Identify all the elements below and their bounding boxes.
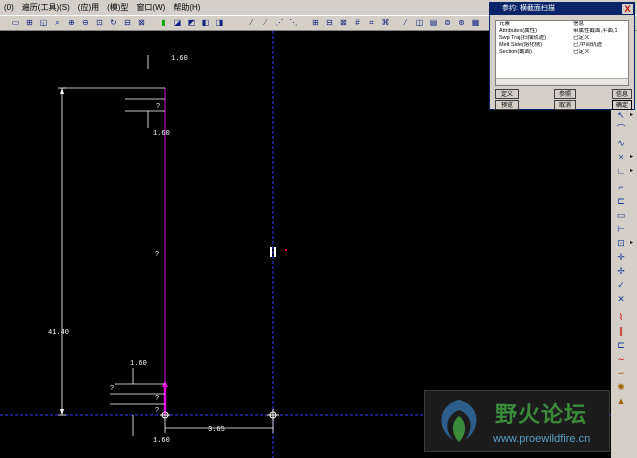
datum-display-icon[interactable]: ⊠	[338, 17, 349, 28]
flyout-arrow-icon[interactable]: ▸	[630, 167, 635, 174]
print-icon[interactable]: ⌕	[52, 17, 63, 28]
grid-icon[interactable]: ⁄	[260, 17, 271, 28]
dim-q2: ?	[110, 385, 114, 393]
horizontal-scrollbar[interactable]	[496, 78, 628, 85]
list-item[interactable]: 元素 信息	[496, 21, 628, 28]
repaint-icon[interactable]: ↻	[108, 17, 119, 28]
point-icon[interactable]: ▭	[614, 209, 628, 221]
list-item[interactable]: Swp Traj(扫描轨迹) 已定义	[496, 35, 628, 42]
trim-icon[interactable]: ⌇	[614, 311, 628, 323]
element-list[interactable]: 元素 信息 Attributes(属性) 带属性截面,平面,1 Swp Traj(扫…	[495, 20, 629, 86]
dim-q4: ?	[155, 407, 159, 415]
close-icon[interactable]: X	[622, 4, 633, 14]
origin-crosshair-icon	[267, 409, 279, 421]
zoom-in-icon[interactable]: ⊕	[66, 17, 77, 28]
dim-left-height: 41.40	[48, 329, 69, 337]
view-icon[interactable]: ⊠	[136, 17, 147, 28]
shade-icon[interactable]: ⋱	[288, 17, 299, 28]
refs-button[interactable]: 参照	[554, 89, 576, 99]
menu-item-window[interactable]: 窗口(W)	[132, 0, 169, 15]
flyout-arrow-icon[interactable]: ▸	[630, 111, 635, 118]
thicken-icon[interactable]: ∽	[614, 367, 628, 379]
watermark-url: www.proewildfire.cn	[493, 433, 591, 445]
datum-point-icon[interactable]: ◧	[200, 17, 211, 28]
info-button[interactable]: 信息	[612, 89, 632, 99]
display-icon[interactable]: ⋰	[274, 17, 285, 28]
extra-icon[interactable]: ▲	[614, 395, 628, 407]
circle-icon[interactable]: ×	[614, 151, 628, 163]
cancel-icon[interactable]: ✕	[614, 293, 628, 305]
watermark-title: 野火论坛	[495, 403, 588, 428]
dialog-title: 参约: 横截面扫描	[502, 5, 555, 12]
feature-dialog: 参约: 横截面扫描 X 元素 信息 Attributes(属性) 带属性截面,平面,…	[489, 2, 635, 110]
csys-icon[interactable]: ◨	[214, 17, 225, 28]
flyout-arrow-icon[interactable]: ▸	[630, 239, 635, 246]
dimension-icon[interactable]: ⊢	[614, 223, 628, 235]
arrow-head-icon	[162, 380, 168, 387]
orient-icon[interactable]: ⊟	[122, 17, 133, 28]
appearance-icon[interactable]: ⊜	[442, 17, 453, 28]
menu-item-tools[interactable]: 遍历(工具)(S)	[18, 0, 74, 15]
spline-icon[interactable]: ⊏	[614, 195, 628, 207]
misc-icon[interactable]: ▦	[470, 17, 481, 28]
palette-icon[interactable]: ✓	[614, 279, 628, 291]
datum-plane-icon[interactable]: ◪	[172, 17, 183, 28]
constraint-icon[interactable]: ✛	[614, 251, 628, 263]
menu-item-apply[interactable]: (应)用	[74, 0, 103, 15]
new-icon[interactable]: ▭	[10, 17, 21, 28]
color-icon[interactable]: ◫	[414, 17, 425, 28]
zoom-out-icon[interactable]: ⊖	[80, 17, 91, 28]
define-button[interactable]: 定义	[495, 89, 519, 99]
dim-top-width: 1.60	[171, 55, 188, 63]
flyout-arrow-icon[interactable]: ▸	[630, 153, 635, 160]
sketch-icon[interactable]: ⁄	[246, 17, 257, 28]
layer-tree-icon[interactable]: ▤	[428, 17, 439, 28]
open-icon[interactable]: ⊞	[24, 17, 35, 28]
constraint-display-icon[interactable]: ⌘	[380, 17, 391, 28]
dialog-title-bar: 参约: 横截面扫描 X	[490, 3, 634, 15]
ok-button[interactable]: 确定	[612, 100, 632, 110]
use-edge-icon[interactable]: ∼	[614, 353, 628, 365]
refit-icon[interactable]: ⊡	[94, 17, 105, 28]
edit-icon[interactable]: ⁄	[400, 17, 411, 28]
datum-axis-icon[interactable]: ◩	[186, 17, 197, 28]
arc-icon[interactable]: ∿	[614, 137, 628, 149]
divide-icon[interactable]: ✺	[614, 381, 628, 393]
vertex-display-icon[interactable]: ⌗	[366, 17, 377, 28]
modify-icon[interactable]: ⊡	[614, 237, 628, 249]
flame-logo-icon	[441, 400, 477, 442]
dim-bottom-a: 1.60	[130, 360, 147, 368]
list-item[interactable]: Attributes(属性) 带属性截面,平面,1	[496, 28, 628, 35]
rectangle-icon[interactable]: ∟	[614, 165, 628, 177]
fillet-icon[interactable]: ⌐	[614, 181, 628, 193]
line-icon[interactable]: ⌒	[614, 123, 628, 135]
settings-icon[interactable]: ⊛	[456, 17, 467, 28]
hidden-line-icon[interactable]: ⊞	[310, 17, 321, 28]
dim-bottom-gap: 1.60	[153, 437, 170, 445]
cancel-button[interactable]: 取消	[554, 100, 576, 110]
wireframe-icon[interactable]: ⊟	[324, 17, 335, 28]
layers-icon[interactable]: ▮	[158, 17, 169, 28]
dim-mid: ?	[155, 251, 159, 259]
save-icon[interactable]: ◱	[38, 17, 49, 28]
dim-top-gap: 1.60	[153, 130, 170, 138]
menu-item-model[interactable]: (模)型	[103, 0, 132, 15]
menu-item-0[interactable]: (0)	[0, 0, 18, 15]
forum-watermark: 野火论坛 www.proewildfire.cn	[424, 390, 610, 452]
list-item[interactable]: Melt Side(熔化侧) 已,中间轨迹	[496, 42, 628, 49]
text-icon[interactable]: ✢	[614, 265, 628, 277]
dim-q1: ?	[156, 103, 160, 111]
mirror-icon[interactable]: ∥	[614, 325, 628, 337]
dim-bottom-width: 3.65	[208, 426, 225, 434]
list-item[interactable]: Section(截面) 已定义	[496, 49, 628, 56]
offset-icon[interactable]: ⊏	[614, 339, 628, 351]
menu-item-help[interactable]: 帮助(H)	[169, 0, 204, 15]
dim-q3: ?	[155, 395, 159, 403]
preview-button[interactable]: 预览	[495, 100, 519, 110]
grid-display-icon[interactable]: #	[352, 17, 363, 28]
